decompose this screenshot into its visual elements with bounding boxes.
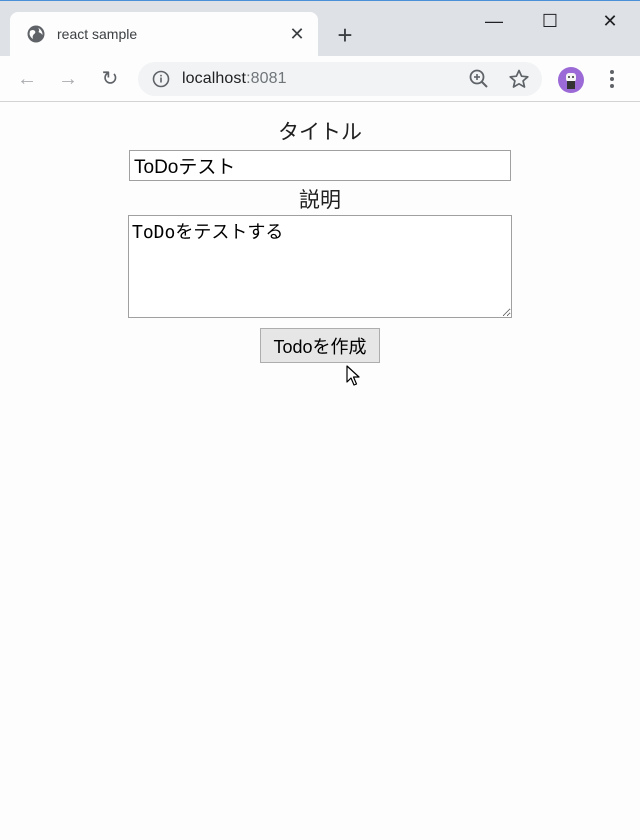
profile-icon	[566, 73, 576, 89]
reload-button[interactable]: ↻	[97, 66, 123, 92]
globe-icon	[27, 25, 45, 43]
mouse-cursor-icon	[346, 365, 360, 386]
back-button[interactable]: ←	[14, 66, 40, 92]
page-content: タイトル 説明 ToDoをテストする Todoを作成	[0, 103, 640, 840]
close-window-button[interactable]: ✕	[586, 5, 634, 39]
url-port: :8081	[246, 70, 287, 87]
create-todo-button[interactable]: Todoを作成	[260, 328, 380, 363]
info-icon[interactable]	[152, 70, 170, 88]
browser-toolbar: ← → ↻ localhost:8081	[0, 56, 640, 102]
url-text[interactable]: localhost:8081	[182, 70, 287, 88]
description-textarea[interactable]: ToDoをテストする	[128, 215, 512, 318]
tab-react-sample[interactable]: react sample ✕	[10, 12, 318, 57]
tab-title: react sample	[57, 26, 138, 42]
title-label: タイトル	[278, 121, 362, 144]
menu-icon[interactable]	[600, 66, 624, 92]
zoom-icon[interactable]	[468, 68, 490, 90]
description-label: 説明	[299, 189, 341, 212]
avatar[interactable]	[558, 67, 584, 93]
minimize-button[interactable]: —	[470, 5, 518, 39]
address-bar[interactable]: localhost:8081	[138, 62, 542, 96]
tab-strip: react sample ✕ + — ☐ ✕	[0, 0, 640, 57]
browser-window: react sample ✕ + — ☐ ✕ ← → ↻ localhost:8…	[0, 0, 640, 840]
title-input[interactable]	[129, 150, 511, 181]
star-icon[interactable]	[508, 68, 530, 90]
new-tab-button[interactable]: +	[330, 21, 360, 51]
url-host: localhost	[182, 70, 247, 87]
tab-close-icon[interactable]: ✕	[286, 23, 308, 45]
forward-button[interactable]: →	[55, 66, 81, 92]
maximize-button[interactable]: ☐	[526, 5, 574, 39]
